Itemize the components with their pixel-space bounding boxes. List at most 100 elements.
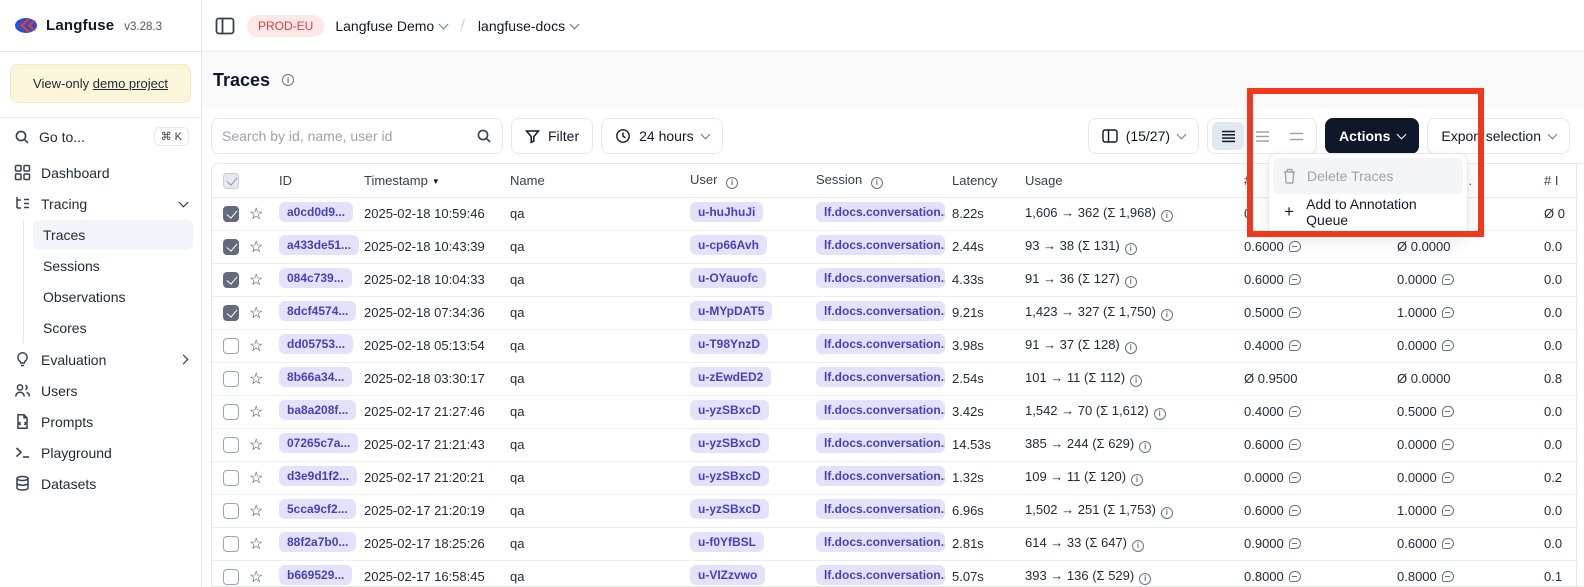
actions-button[interactable]: Actions: [1325, 118, 1419, 154]
table-row[interactable]: 5cca9cf2... 2025-02-17 21:20:19 qa u-yzS…: [212, 494, 1578, 527]
row-height-large-button[interactable]: [1280, 122, 1312, 150]
table-row[interactable]: 084c739... 2025-02-18 10:04:33 qa u-OYau…: [212, 263, 1578, 296]
star-icon[interactable]: [249, 404, 263, 421]
row-height-medium-button[interactable]: [1246, 122, 1278, 150]
user-badge[interactable]: u-f0YfBSL: [690, 532, 764, 552]
trace-id-badge[interactable]: dd05753...: [279, 334, 353, 354]
user-badge[interactable]: u-T98YnzD: [690, 334, 768, 354]
search-input[interactable]: [222, 128, 476, 144]
header-id[interactable]: ID: [279, 164, 364, 197]
star-icon[interactable]: [249, 437, 263, 454]
star-icon[interactable]: [249, 569, 263, 586]
user-badge[interactable]: u-huJhuJi: [690, 202, 763, 222]
table-row[interactable]: 07265c7a... 2025-02-17 21:21:43 qa u-yzS…: [212, 428, 1578, 461]
trace-id-badge[interactable]: 084c739...: [279, 268, 352, 288]
search-icon[interactable]: [476, 128, 492, 144]
export-selection-button[interactable]: Export selection: [1427, 118, 1570, 154]
row-checkbox[interactable]: [223, 338, 239, 354]
trace-id-badge[interactable]: ba8a208f...: [279, 400, 356, 420]
table-row[interactable]: 8dcf4574... 2025-02-18 07:34:36 qa u-MYp…: [212, 296, 1578, 329]
user-badge[interactable]: u-zEwdED2: [690, 367, 771, 387]
user-badge[interactable]: u-yzSBxcD: [690, 400, 769, 420]
header-usage[interactable]: Usage: [1025, 164, 1242, 197]
star-icon[interactable]: [249, 371, 263, 388]
row-checkbox[interactable]: [223, 239, 239, 255]
trace-id-badge[interactable]: 07265c7a...: [279, 433, 358, 453]
row-checkbox[interactable]: [223, 437, 239, 453]
star-icon[interactable]: [249, 470, 263, 487]
session-badge[interactable]: lf.docs.conversation...: [816, 367, 945, 387]
row-checkbox[interactable]: [223, 404, 239, 420]
session-badge[interactable]: lf.docs.conversation...: [816, 202, 945, 222]
star-icon[interactable]: [249, 206, 263, 223]
table-row[interactable]: b669529... 2025-02-17 16:58:45 qa u-VIZz…: [212, 560, 1578, 587]
menu-item-add-to-annotation-queue[interactable]: + Add to Annotation Queue: [1273, 194, 1463, 230]
row-checkbox[interactable]: [223, 272, 239, 288]
header-name[interactable]: Name: [510, 164, 690, 197]
trace-id-badge[interactable]: d3e9d1f2...: [279, 466, 357, 486]
scrollbar-track[interactable]: [1576, 164, 1577, 587]
org-switcher[interactable]: Langfuse Demo: [335, 18, 447, 34]
table-row[interactable]: 8b66a34... 2025-02-18 03:30:17 qa u-zEwd…: [212, 362, 1578, 395]
session-badge[interactable]: lf.docs.conversation...: [816, 565, 945, 585]
trace-id-badge[interactable]: a433de51...: [279, 235, 359, 255]
trace-id-badge[interactable]: 8dcf4574...: [279, 301, 356, 321]
row-checkbox[interactable]: [223, 470, 239, 486]
project-switcher[interactable]: langfuse-docs: [478, 18, 578, 34]
sidebar-item-scores[interactable]: Scores: [33, 313, 193, 343]
user-badge[interactable]: u-yzSBxcD: [690, 466, 769, 486]
header-timestamp[interactable]: Timestamp: [364, 164, 510, 197]
menu-item-delete-traces[interactable]: Delete Traces: [1273, 158, 1463, 194]
table-row[interactable]: ba8a208f... 2025-02-17 21:27:46 qa u-yzS…: [212, 395, 1578, 428]
sidebar-item-evaluation[interactable]: Evaluation: [8, 344, 193, 375]
session-badge[interactable]: lf.docs.conversation...: [816, 334, 945, 354]
session-badge[interactable]: lf.docs.conversation...: [816, 532, 945, 552]
user-badge[interactable]: u-yzSBxcD: [690, 499, 769, 519]
trace-id-badge[interactable]: 8b66a34...: [279, 367, 352, 387]
sidebar-item-datasets[interactable]: Datasets: [8, 468, 193, 499]
trace-id-badge[interactable]: 5cca9cf2...: [279, 499, 356, 519]
user-badge[interactable]: u-MYpDAT5: [690, 301, 772, 321]
search-box[interactable]: [211, 118, 503, 154]
trace-id-badge[interactable]: 88f2a7b0...: [279, 532, 356, 552]
header-user[interactable]: User: [690, 164, 816, 197]
table-row[interactable]: d3e9d1f2... 2025-02-17 21:20:21 qa u-yzS…: [212, 461, 1578, 494]
table-row[interactable]: dd05753... 2025-02-18 05:13:54 qa u-T98Y…: [212, 329, 1578, 362]
trace-id-badge[interactable]: b669529...: [279, 565, 352, 585]
trace-id-badge[interactable]: a0cd0d9...: [279, 202, 353, 222]
sidebar-item-prompts[interactable]: Prompts: [8, 406, 193, 437]
session-badge[interactable]: lf.docs.conversation...: [816, 499, 945, 519]
star-icon[interactable]: [249, 536, 263, 553]
goto-search[interactable]: Go to... ⌘ K: [0, 118, 201, 155]
sidebar-item-observations[interactable]: Observations: [33, 282, 193, 312]
sidebar-item-users[interactable]: Users: [8, 375, 193, 406]
select-all-checkbox[interactable]: [223, 173, 239, 189]
star-icon[interactable]: [249, 305, 263, 322]
row-checkbox[interactable]: [223, 371, 239, 387]
row-checkbox[interactable]: [223, 503, 239, 519]
time-range-button[interactable]: 24 hours: [601, 118, 722, 154]
user-badge[interactable]: u-VIZzvwo: [690, 565, 765, 585]
session-badge[interactable]: lf.docs.conversation...: [816, 400, 945, 420]
star-icon[interactable]: [249, 338, 263, 355]
row-checkbox[interactable]: [223, 206, 239, 222]
filter-button[interactable]: Filter: [511, 118, 593, 154]
header-score-3[interactable]: # I: [1542, 164, 1578, 197]
row-checkbox[interactable]: [223, 305, 239, 321]
sidebar-item-traces[interactable]: Traces: [33, 220, 193, 250]
sidebar-item-tracing[interactable]: Tracing: [8, 188, 193, 219]
row-checkbox[interactable]: [223, 569, 239, 585]
star-icon[interactable]: [249, 503, 263, 520]
user-badge[interactable]: u-OYauofc: [690, 268, 766, 288]
session-badge[interactable]: lf.docs.conversation...: [816, 466, 945, 486]
user-badge[interactable]: u-cp66Avh: [690, 235, 767, 255]
row-height-small-button[interactable]: [1212, 122, 1244, 150]
sidebar-item-sessions[interactable]: Sessions: [33, 251, 193, 281]
demo-project-link[interactable]: demo project: [93, 76, 168, 91]
star-icon[interactable]: [249, 272, 263, 289]
sidebar-toggle-icon[interactable]: [214, 15, 236, 37]
star-icon[interactable]: [249, 239, 263, 256]
header-latency[interactable]: Latency: [952, 164, 1025, 197]
sidebar-item-dashboard[interactable]: Dashboard: [8, 157, 193, 188]
user-badge[interactable]: u-yzSBxcD: [690, 433, 769, 453]
